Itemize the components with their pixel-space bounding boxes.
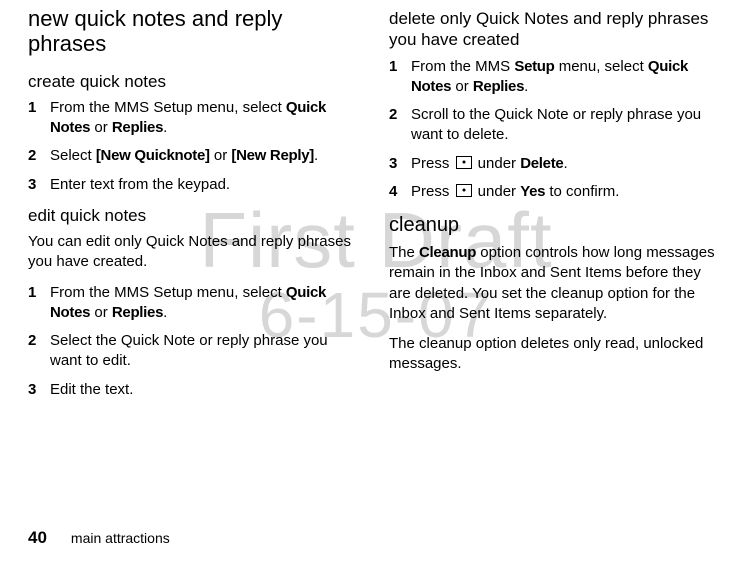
text: under [474, 183, 521, 200]
bold-term: Replies [112, 304, 163, 321]
text: under [474, 155, 521, 172]
text: . [163, 304, 167, 321]
text: Press [411, 155, 454, 172]
text: Edit the text. [50, 381, 133, 398]
bold-term: Replies [112, 119, 163, 136]
footer-section: main attractions [71, 530, 170, 546]
step: Select the Quick Note or reply phrase yo… [28, 331, 363, 372]
steps-edit: From the MMS Setup menu, select Quick No… [28, 283, 363, 400]
text: . [524, 78, 528, 95]
heading-new-quick-notes: new quick notes and reply phrases [28, 6, 363, 57]
text: menu, select [555, 58, 648, 75]
intro-edit: You can edit only Quick Notes and reply … [28, 232, 363, 273]
subheading-create-quick-notes: create quick notes [28, 71, 363, 92]
bold-term: [New Quicknote] [96, 147, 210, 164]
text: Select the Quick Note or reply phrase yo… [50, 332, 328, 369]
left-column: new quick notes and reply phrases create… [28, 6, 363, 410]
step: Press under Delete. [389, 154, 724, 174]
subheading-cleanup: cleanup [389, 214, 724, 237]
step: From the MMS Setup menu, select Quick No… [389, 57, 724, 98]
text: The [389, 244, 419, 261]
bold-term: Setup [514, 58, 554, 75]
page-number: 40 [28, 528, 47, 548]
text: . [563, 155, 567, 172]
footer: 40 main attractions [28, 528, 170, 548]
text: From the MMS Setup menu, select [50, 284, 286, 301]
text: Press [411, 183, 454, 200]
bold-term: [New Reply] [231, 147, 314, 164]
text: Scroll to the Quick Note or reply phrase… [411, 106, 701, 143]
step: Scroll to the Quick Note or reply phrase… [389, 105, 724, 146]
bold-term: Replies [473, 78, 524, 95]
softkey-icon [456, 184, 472, 197]
text: to confirm. [545, 183, 619, 200]
step: Select [New Quicknote] or [New Reply]. [28, 146, 363, 166]
right-column: delete only Quick Notes and reply phrase… [389, 6, 724, 410]
text: or [90, 304, 112, 321]
text: From the MMS [411, 58, 514, 75]
text: or [451, 78, 473, 95]
text: . [163, 119, 167, 136]
bold-term: Delete [520, 155, 563, 172]
step: Enter text from the keypad. [28, 175, 363, 195]
step: Press under Yes to confirm. [389, 182, 724, 202]
step: From the MMS Setup menu, select Quick No… [28, 283, 363, 324]
cleanup-para2: The cleanup option deletes only read, un… [389, 334, 724, 375]
text: or [90, 119, 112, 136]
softkey-icon [456, 156, 472, 169]
text: Select [50, 147, 96, 164]
bold-term: Cleanup [419, 244, 476, 261]
bold-term: Yes [520, 183, 545, 200]
text: Enter text from the keypad. [50, 176, 230, 193]
text: or [210, 147, 232, 164]
steps-create: From the MMS Setup menu, select Quick No… [28, 98, 363, 195]
text: . [314, 147, 318, 164]
page-content: new quick notes and reply phrases create… [0, 0, 752, 410]
subheading-delete: delete only Quick Notes and reply phrase… [389, 8, 724, 51]
text: From the MMS Setup menu, select [50, 99, 286, 116]
subheading-edit-quick-notes: edit quick notes [28, 205, 363, 226]
step: From the MMS Setup menu, select Quick No… [28, 98, 363, 139]
steps-delete: From the MMS Setup menu, select Quick No… [389, 57, 724, 203]
cleanup-para1: The Cleanup option controls how long mes… [389, 243, 724, 324]
step: Edit the text. [28, 380, 363, 400]
